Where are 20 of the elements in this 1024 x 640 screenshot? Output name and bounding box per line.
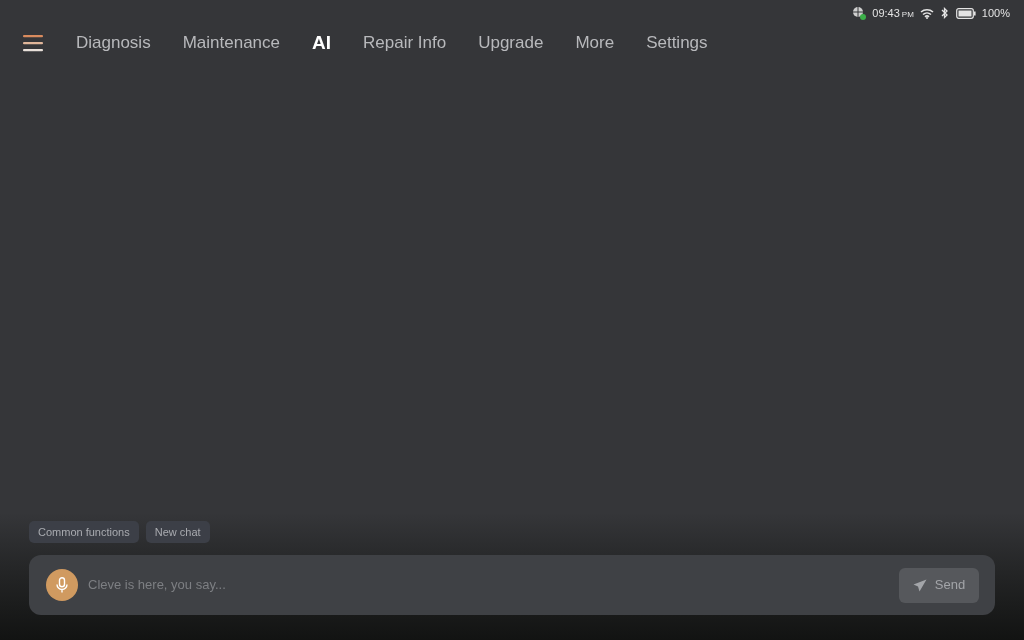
battery-icon (955, 7, 976, 19)
bluetooth-icon (939, 7, 950, 20)
battery-percent: 100% (981, 6, 1010, 21)
clock-meridiem: PM (901, 9, 914, 21)
quick-action-chip[interactable]: Common functions (29, 521, 139, 543)
wifi-icon (919, 7, 934, 19)
nav-tab[interactable]: Settings (635, 30, 719, 56)
menu-icon[interactable] (23, 34, 43, 52)
microphone-button[interactable] (46, 569, 78, 601)
nav-tab[interactable]: Upgrade (467, 30, 555, 56)
paper-plane-icon (912, 578, 927, 592)
nav-tab[interactable]: Repair Info (352, 30, 458, 56)
nav-tab[interactable]: Diagnosis (65, 30, 162, 56)
nav-tab[interactable]: Maintenance (171, 30, 291, 56)
globe-icon (852, 6, 867, 21)
nav-tab[interactable]: More (564, 30, 626, 56)
quick-action-chip[interactable]: New chat (145, 521, 210, 543)
nav-tab[interactable]: AI (301, 28, 342, 58)
clock-time: 09:43 (872, 6, 900, 21)
microphone-icon (56, 577, 68, 593)
